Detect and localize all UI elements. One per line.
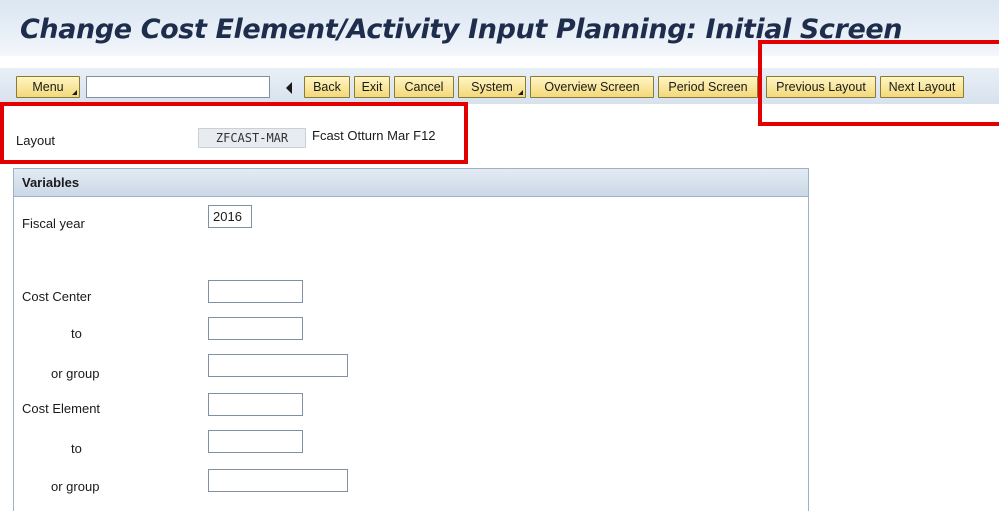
layout-description: Fcast Otturn Mar F12 xyxy=(312,128,436,143)
overview-screen-button[interactable]: Overview Screen xyxy=(530,76,654,98)
system-button-label: System xyxy=(471,80,513,94)
menu-button[interactable]: Menu xyxy=(16,76,80,98)
cost-center-group-field[interactable] xyxy=(208,354,348,377)
cost-element-group-label: or group xyxy=(51,479,100,494)
cost-center-to-label: to xyxy=(71,326,82,341)
cost-element-to-field[interactable] xyxy=(208,430,303,453)
cancel-button[interactable]: Cancel xyxy=(394,76,454,98)
variables-panel-header: Variables xyxy=(14,169,808,197)
back-button[interactable]: Back xyxy=(304,76,350,98)
cost-center-label: Cost Center xyxy=(22,289,92,304)
previous-layout-button[interactable]: Previous Layout xyxy=(766,76,876,98)
variables-panel: Variables xyxy=(13,168,809,511)
command-field[interactable] xyxy=(86,76,270,98)
menu-button-label: Menu xyxy=(32,80,64,94)
cost-element-group-field[interactable] xyxy=(208,469,348,492)
exit-button-label: Exit xyxy=(361,80,383,94)
layout-value: ZFCAST-MAR xyxy=(198,128,306,148)
period-screen-label: Period Screen xyxy=(668,80,748,94)
cost-element-to-label: to xyxy=(71,441,82,456)
screen-title: Change Cost Element/Activity Input Plann… xyxy=(20,14,903,45)
overview-screen-label: Overview Screen xyxy=(544,80,640,94)
exit-button[interactable]: Exit xyxy=(354,76,390,98)
system-menu-button[interactable]: System xyxy=(458,76,526,98)
fiscal-year-field[interactable] xyxy=(208,205,252,228)
title-bar: Change Cost Element/Activity Input Plann… xyxy=(0,0,999,56)
cost-element-from-field[interactable] xyxy=(208,393,303,416)
fiscal-year-label: Fiscal year xyxy=(22,216,85,231)
cost-center-group-label: or group xyxy=(51,366,100,381)
previous-layout-label: Previous Layout xyxy=(776,80,866,94)
next-layout-label: Next Layout xyxy=(888,80,956,94)
variables-title: Variables xyxy=(22,175,80,190)
dropdown-corner-icon xyxy=(72,90,77,95)
period-screen-button[interactable]: Period Screen xyxy=(658,76,758,98)
cost-center-to-field[interactable] xyxy=(208,317,303,340)
cost-center-from-field[interactable] xyxy=(208,280,303,303)
back-arrow-icon[interactable] xyxy=(286,82,292,94)
back-button-label: Back xyxy=(313,80,341,94)
cancel-button-label: Cancel xyxy=(404,80,444,94)
layout-label: Layout xyxy=(16,133,56,148)
next-layout-button[interactable]: Next Layout xyxy=(880,76,964,98)
dropdown-corner-icon xyxy=(518,90,523,95)
cost-element-label: Cost Element xyxy=(22,401,101,416)
